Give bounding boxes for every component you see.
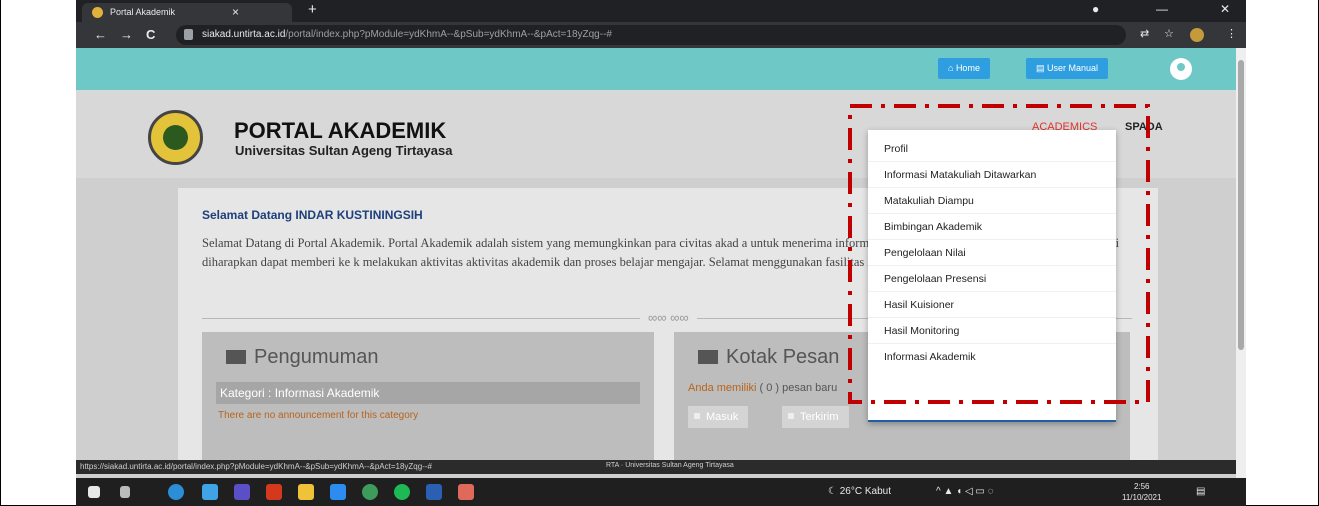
- tab-title: Portal Akademik: [110, 7, 176, 17]
- windows-taskbar: ☾ 26°C Kabut ^ ▲ ◖ ◁ ▭ ◌ 2:56 11/10/2021 …: [76, 478, 1246, 506]
- inbox-button[interactable]: Masuk: [688, 406, 749, 428]
- message-box-title: Kotak Pesan: [698, 346, 839, 369]
- windows-start-icon[interactable]: [88, 486, 100, 498]
- welcome-title: Selamat Datang INDAR KUSTININGSIH: [202, 208, 423, 222]
- envelope-icon: [698, 350, 718, 364]
- status-link-url: https://siakad.untirta.ac.id/portal/inde…: [80, 462, 432, 471]
- reload-button[interactable]: C: [146, 27, 155, 42]
- zoom-icon[interactable]: [330, 484, 346, 500]
- new-message-count: Anda memiliki ( 0 ) pesan baru: [688, 382, 838, 394]
- page-scrollbar[interactable]: [1236, 48, 1246, 478]
- highlight-frame: [848, 104, 1150, 404]
- bookmark-star-icon[interactable]: ☆: [1164, 27, 1174, 40]
- forward-button[interactable]: →: [120, 27, 133, 42]
- translate-icon[interactable]: ⇄: [1140, 27, 1149, 40]
- office-icon[interactable]: [266, 484, 282, 500]
- user-manual-button[interactable]: ▤ User Manual: [1026, 58, 1109, 79]
- chrome-active-icon[interactable]: [458, 484, 474, 500]
- weather-widget[interactable]: ☾ 26°C Kabut: [828, 486, 891, 497]
- favicon-icon: [92, 7, 103, 18]
- mail-icon[interactable]: [202, 484, 218, 500]
- spotify-icon[interactable]: [394, 484, 410, 500]
- app-icon[interactable]: [234, 484, 250, 500]
- announcement-category: Kategori : Informasi Akademik: [216, 382, 640, 404]
- taskbar-clock[interactable]: 2:56 11/10/2021: [1122, 481, 1161, 503]
- page-subtitle: Universitas Sultan Ageng Tirtayasa: [235, 143, 453, 158]
- task-view-icon[interactable]: [120, 486, 130, 498]
- browser-tabstrip: Portal Akademik × + ● — ✕: [76, 0, 1246, 22]
- edge-icon[interactable]: [168, 484, 184, 500]
- footer-text: RTA · Universitas Sultan Ageng Tirtayasa: [606, 462, 734, 469]
- user-account-icon[interactable]: [1170, 58, 1192, 80]
- record-icon: ●: [1092, 2, 1100, 16]
- status-bar: https://siakad.untirta.ac.id/portal/inde…: [76, 460, 1236, 474]
- divider-ornament: ∞∞ ∞∞: [640, 310, 697, 325]
- page-title: PORTAL AKADEMIK: [234, 118, 447, 143]
- menu-dots-icon[interactable]: ⋮: [1226, 27, 1237, 40]
- close-window-button[interactable]: ✕: [1220, 2, 1230, 16]
- list-icon: [226, 350, 246, 364]
- word-icon[interactable]: [426, 484, 442, 500]
- new-tab-button[interactable]: +: [308, 1, 317, 18]
- announcement-title: Pengumuman: [226, 346, 379, 369]
- browser-tab[interactable]: Portal Akademik ×: [82, 3, 292, 22]
- portal-topbar: ⌂ Home ▤ User Manual: [76, 48, 1236, 90]
- url-bar[interactable]: siakad.untirta.ac.id/portal/index.php?pM…: [176, 25, 1126, 45]
- home-button[interactable]: ⌂ Home: [938, 58, 990, 79]
- chrome-icon[interactable]: [362, 484, 378, 500]
- tray-icons[interactable]: ^ ▲ ◖ ◁ ▭ ◌: [936, 486, 994, 497]
- notification-icon[interactable]: ▤: [1196, 486, 1205, 497]
- minimize-button[interactable]: —: [1156, 2, 1168, 16]
- back-button[interactable]: ←: [94, 27, 107, 42]
- address-bar-row: ← → C siakad.untirta.ac.id/portal/index.…: [76, 22, 1246, 48]
- announcement-panel: Pengumuman Kategori : Informasi Akademik…: [202, 332, 654, 472]
- announcement-empty-text: There are no announcement for this categ…: [218, 410, 419, 421]
- sent-button[interactable]: Terkirim: [782, 406, 849, 428]
- scrollbar-thumb[interactable]: [1238, 60, 1244, 350]
- university-logo: [148, 110, 203, 165]
- tab-close-icon[interactable]: ×: [232, 5, 239, 19]
- url-text: siakad.untirta.ac.id/portal/index.php?pM…: [202, 29, 612, 40]
- file-explorer-icon[interactable]: [298, 484, 314, 500]
- profile-avatar-icon[interactable]: [1190, 28, 1204, 42]
- lock-icon: [184, 29, 193, 40]
